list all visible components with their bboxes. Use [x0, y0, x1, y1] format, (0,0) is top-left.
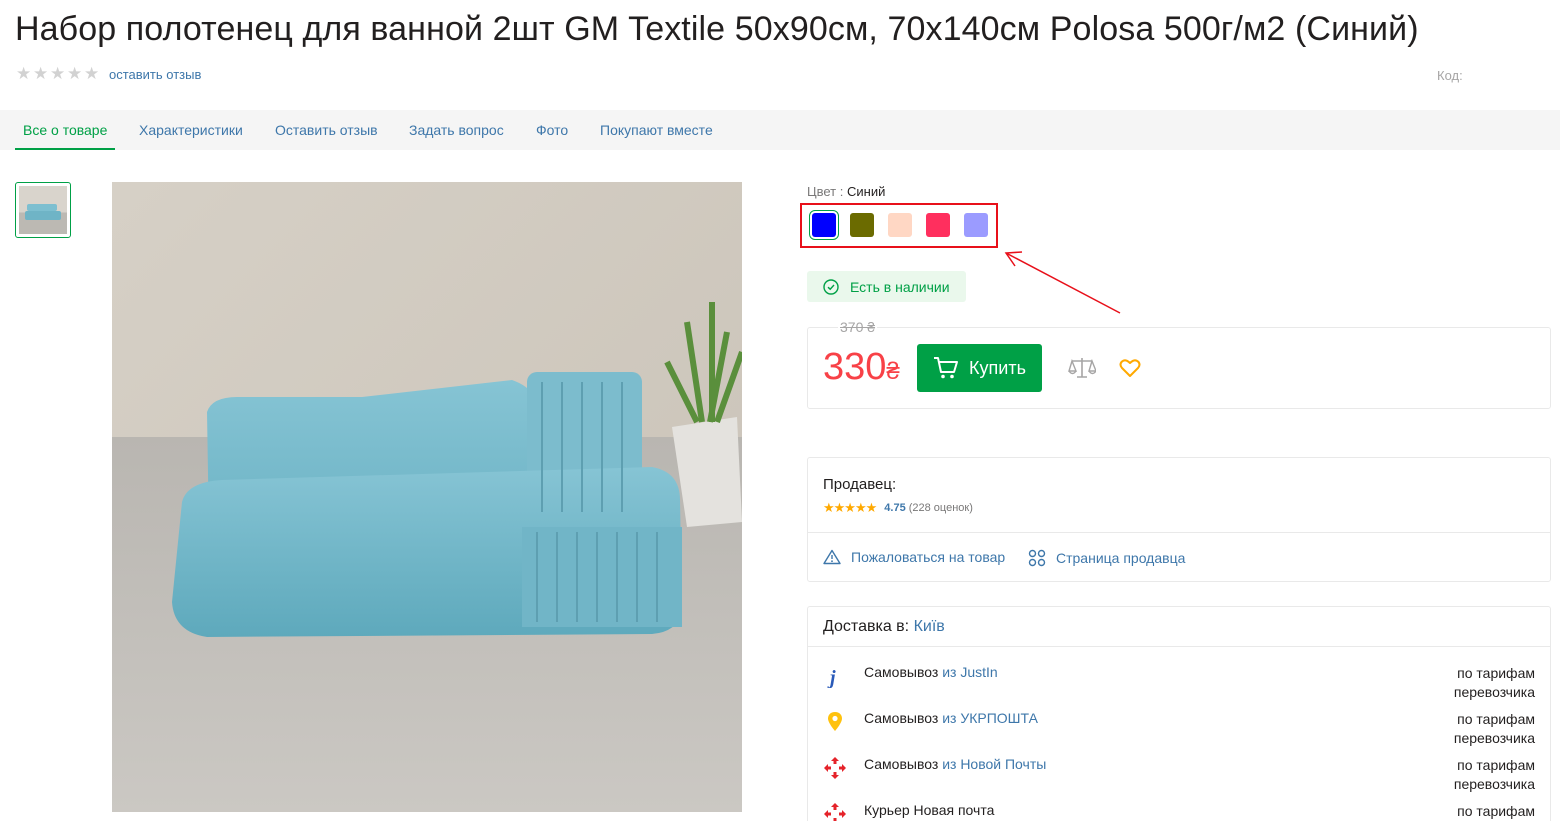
delivery-city-link[interactable]: Київ — [914, 618, 945, 635]
color-swatch-peach[interactable] — [888, 213, 912, 237]
delivery-name: Самовывоз из JustIn — [864, 664, 998, 680]
tab-bought-together[interactable]: Покупают вместе — [600, 110, 713, 150]
product-title: Набор полотенец для ванной 2шт GM Textil… — [15, 10, 1419, 48]
color-label-text: Цвет — [807, 184, 837, 199]
rating-row: ★ ★ ★ ★ ★ оставить отзыв — [16, 64, 201, 83]
in-stock-text: Есть в наличии — [850, 278, 950, 295]
price-value: 330 — [823, 346, 887, 388]
seller-stars-icon: ★★★★★ — [823, 500, 877, 515]
grid-icon — [1028, 549, 1046, 567]
cart-icon — [934, 357, 959, 379]
buy-button[interactable]: Купить — [917, 344, 1042, 392]
delivery-name-text: Самовывоз — [864, 710, 943, 726]
seller-rating: ★★★★★ 4.75 (228 оценок) — [823, 500, 973, 516]
complain-link-label: Пожаловаться на товар — [851, 549, 1006, 565]
delivery-price: по тарифам перевозчика — [1453, 711, 1535, 746]
complain-link[interactable]: Пожаловаться на товар — [823, 549, 1005, 565]
star-icon: ★ — [16, 64, 32, 83]
star-icon: ★ — [84, 64, 100, 83]
delivery-name-text: Самовывоз — [864, 664, 943, 680]
novaposhta-courier-icon — [824, 803, 846, 821]
seller-rating-count: (228 оценок) — [908, 502, 973, 514]
in-stock-badge: Есть в наличии — [807, 271, 966, 302]
delivery-title-text: Доставка в: — [823, 618, 910, 635]
seller-divider — [808, 532, 1550, 533]
delivery-provider-link[interactable]: из УКРПОШТА — [942, 710, 1038, 726]
tab-all-about[interactable]: Все о товаре — [15, 110, 116, 150]
product-main-image[interactable] — [112, 182, 742, 812]
delivery-row: j Самовывоз из JustIn по тарифам перевоз… — [823, 664, 1535, 704]
current-price: 330₴ — [823, 346, 900, 389]
seller-page-label: Страница продавца — [1056, 550, 1186, 566]
product-tabs: Все о товаре Характеристики Оставить отз… — [0, 110, 1560, 150]
delivery-price: по тарифам перевозчика — [1453, 757, 1535, 792]
delivery-name: Самовывоз из УКРПОШТА — [864, 710, 1038, 726]
warning-icon — [823, 549, 841, 565]
tab-ask-question[interactable]: Задать вопрос — [409, 110, 504, 150]
delivery-price: по тарифам перевозчика — [1453, 665, 1535, 700]
delivery-provider-link[interactable]: из JustIn — [942, 664, 997, 680]
star-icon: ★ — [50, 64, 66, 83]
thumbnail-image — [19, 186, 67, 234]
star-icon: ★ — [33, 64, 49, 83]
novaposhta-icon — [824, 757, 846, 779]
tab-leave-review[interactable]: Оставить отзыв — [275, 110, 378, 150]
delivery-row: Самовывоз из Новой Почты по тарифам пере… — [823, 756, 1535, 796]
delivery-title: Доставка в: Київ — [823, 618, 945, 636]
seller-rating-value: 4.75 — [884, 502, 906, 514]
delivery-name-text: Курьер Новая почта — [864, 802, 995, 818]
color-swatch-olive[interactable] — [850, 213, 874, 237]
buy-button-label: Купить — [969, 357, 1026, 378]
check-circle-icon — [823, 278, 839, 295]
rating-stars: ★ ★ ★ ★ ★ — [16, 64, 100, 83]
delivery-row: Курьер Новая почта по тарифам — [823, 802, 1535, 821]
delivery-name: Курьер Новая почта — [864, 802, 994, 818]
tab-photo[interactable]: Фото — [536, 110, 568, 150]
delivery-price: по тарифам — [1457, 803, 1535, 819]
leave-review-link[interactable]: оставить отзыв — [109, 67, 201, 82]
product-thumbnail[interactable] — [15, 182, 71, 238]
old-price: 370 ₴ — [838, 319, 878, 335]
delivery-name: Самовывоз из Новой Почты — [864, 756, 1046, 772]
delivery-name-text: Самовывоз — [864, 756, 943, 772]
delivery-row: Самовывоз из УКРПОШТА по тарифам перевоз… — [823, 710, 1535, 750]
color-swatch-blue[interactable] — [809, 210, 839, 240]
compare-icon[interactable] — [1068, 355, 1096, 381]
star-icon: ★ — [67, 64, 83, 83]
tab-characteristics[interactable]: Характеристики — [139, 110, 243, 150]
seller-title: Продавец: — [823, 476, 897, 493]
selected-color-name: Синий — [846, 184, 886, 199]
heart-icon[interactable] — [1119, 357, 1141, 379]
product-code-label: Код: — [1437, 68, 1463, 83]
ukrposhta-icon — [828, 712, 842, 731]
currency-sign: ₴ — [886, 358, 900, 385]
color-swatch-pink[interactable] — [926, 213, 950, 237]
justin-icon: j — [827, 667, 836, 688]
color-swatch-lavender[interactable] — [964, 213, 988, 237]
seller-page-link[interactable]: Страница продавца — [1028, 549, 1185, 567]
svg-text:j: j — [827, 667, 836, 688]
color-label: Цвет : Синий — [807, 184, 886, 199]
delivery-provider-link[interactable]: из Новой Почты — [942, 756, 1046, 772]
